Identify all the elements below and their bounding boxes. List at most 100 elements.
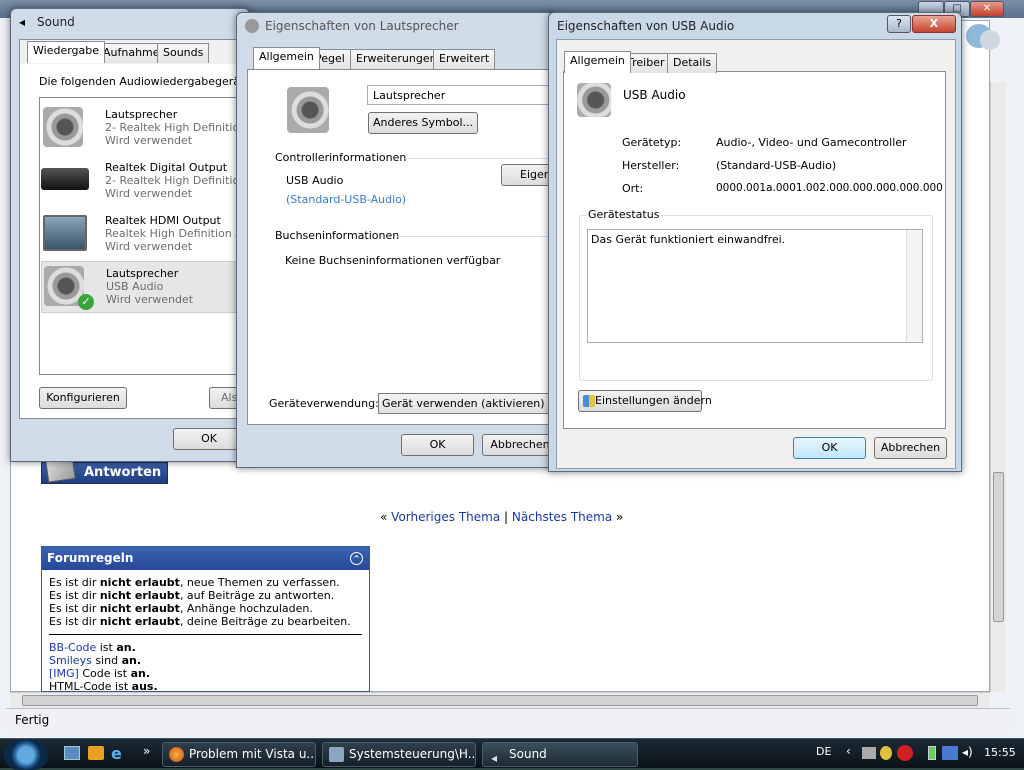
display-icon[interactable] <box>942 746 958 760</box>
nav-separator: | <box>504 510 509 524</box>
speaker-icon <box>577 83 611 117</box>
configure-button[interactable]: Konfigurieren <box>39 387 127 409</box>
tab-allgemein[interactable]: Allgemein <box>253 47 320 69</box>
divider <box>405 158 557 159</box>
window-title: Eigenschaften von USB Audio <box>557 19 735 33</box>
task-control-panel[interactable]: Systemsteuerung\H... <box>322 742 476 767</box>
window-title: Eigenschaften von Lautsprecher <box>265 19 459 33</box>
sound-window: ◂ Sound Wiedergabe Aufnahme Sounds Die f… <box>10 8 251 462</box>
smileys-link[interactable]: Smileys <box>49 654 92 667</box>
default-check-icon: ✓ <box>78 294 94 310</box>
topic-navigation: « Vorheriges Thema | Nächstes Thema » <box>380 510 623 524</box>
controller-link[interactable]: (Standard-USB-Audio) <box>286 193 406 206</box>
speaker-small-icon: ◂ <box>19 15 26 29</box>
device-status-text: Das Gerät funktioniert einwandfrei. <box>591 233 786 246</box>
device-item[interactable]: Realtek Digital Output 2- Realtek High D… <box>41 158 251 208</box>
language-indicator[interactable]: DE <box>816 745 831 758</box>
tab-allgemein[interactable]: Allgemein <box>564 51 631 73</box>
device-desc: 2- Realtek High Definition <box>105 174 247 187</box>
tab-aufnahme[interactable]: Aufnahme <box>97 43 166 63</box>
device-item-selected[interactable]: ✓ Lautsprecher USB Audio Wird verwendet <box>41 261 251 313</box>
task-firefox[interactable]: Problem mit Vista u... <box>162 742 316 767</box>
scrollbar-thumb[interactable] <box>22 695 978 706</box>
device-item[interactable]: Lautsprecher 2- Realtek High Definition … <box>41 105 251 155</box>
antivirus-icon[interactable] <box>897 745 913 761</box>
device-name-value: Lautsprecher <box>373 89 446 102</box>
change-settings-button[interactable]: Einstellungen ändern <box>578 390 712 412</box>
bbcode-link[interactable]: BB-Code <box>49 641 96 654</box>
tab-sounds[interactable]: Sounds <box>157 43 210 63</box>
controller-section-title: Controllerinformationen <box>275 151 407 164</box>
key-icon[interactable] <box>880 746 892 760</box>
tab-erweitert[interactable]: Erweitert <box>433 49 496 69</box>
location-label: Ort: <box>622 182 644 195</box>
show-desktop-icon[interactable] <box>64 746 80 760</box>
forum-rules-header: Forumregeln ^ <box>42 547 369 570</box>
device-status-textbox[interactable]: Das Gerät funktioniert einwandfrei. <box>587 229 923 343</box>
monitor-icon <box>43 215 87 251</box>
usage-label: Geräteverwendung: <box>269 397 379 410</box>
show-hidden-icons[interactable]: ‹ <box>846 744 851 758</box>
task-label: Problem mit Vista u... <box>189 747 316 761</box>
vendor-value: (Standard-USB-Audio) <box>716 159 837 172</box>
device-name: Realtek HDMI Output <box>105 214 221 227</box>
close-button[interactable]: X <box>912 15 956 33</box>
rule-line: Es ist dir nicht erlaubt, Anhänge hochzu… <box>49 602 313 615</box>
uac-shield-icon <box>583 395 595 407</box>
battery-icon[interactable] <box>928 746 936 760</box>
vertical-scrollbar[interactable] <box>990 82 1006 692</box>
device-name-input[interactable]: Lautsprecher <box>367 85 557 105</box>
cancel-button[interactable]: Abbrechen <box>482 434 557 456</box>
ie-icon[interactable]: e <box>111 744 122 763</box>
forum-rules-box: Forumregeln ^ Es ist dir nicht erlaubt, … <box>41 546 370 692</box>
task-label: Systemsteuerung\H... <box>349 747 476 761</box>
close-button[interactable]: ✕ <box>970 1 1004 17</box>
horizontal-scrollbar[interactable] <box>10 692 990 708</box>
task-sound[interactable]: ◂ Sound <box>482 742 638 767</box>
digital-output-icon <box>41 168 89 190</box>
ok-button[interactable]: OK <box>793 437 866 459</box>
tab-wiedergabe[interactable]: Wiedergabe <box>27 41 106 63</box>
quicklaunch-more[interactable]: » <box>143 744 150 758</box>
device-desc: Realtek High Definition A <box>105 227 243 240</box>
code-line: BB-Code ist an. <box>49 641 136 654</box>
controller-name: USB Audio <box>286 174 344 187</box>
volume-icon[interactable]: ◂) <box>962 745 973 759</box>
ok-button[interactable]: OK <box>401 434 474 456</box>
change-icon-button[interactable]: Anderes Symbol... <box>368 112 478 134</box>
img-code-link[interactable]: [IMG] <box>49 667 79 680</box>
speaker-small-icon <box>245 19 259 33</box>
rule-line: Es ist dir nicht erlaubt, neue Themen zu… <box>49 576 340 589</box>
rule-line: Es ist dir nicht erlaubt, auf Beiträge z… <box>49 589 335 602</box>
collapse-icon[interactable]: ^ <box>350 552 363 565</box>
reply-button[interactable]: Antworten <box>41 449 168 484</box>
tab-details[interactable]: Details <box>667 53 718 73</box>
help-button[interactable]: ? <box>887 15 911 33</box>
ok-button[interactable]: OK <box>173 428 245 450</box>
start-button[interactable] <box>4 740 48 770</box>
cancel-button[interactable]: Abbrechen <box>874 437 947 459</box>
taskbar: e » Problem mit Vista u... Systemsteueru… <box>0 738 1024 770</box>
prev-topic-link[interactable]: Vorheriges Thema <box>391 510 500 524</box>
settings-gear-icon[interactable] <box>980 30 1000 50</box>
usb-audio-properties-window: Eigenschaften von USB Audio ? X Allgemei… <box>548 12 962 472</box>
device-name: USB Audio <box>623 88 686 102</box>
device-item[interactable]: Realtek HDMI Output Realtek High Definit… <box>41 211 251 261</box>
usage-dropdown[interactable]: Gerät verwenden (aktivieren) <box>378 393 557 414</box>
jack-info: Keine Buchseninformationen verfügbar <box>285 254 501 267</box>
network-icon[interactable] <box>862 747 876 759</box>
forum-rules-title: Forumregeln <box>47 551 134 565</box>
speaker-icon <box>43 107 83 147</box>
reply-label: Antworten <box>84 465 162 480</box>
type-value: Audio-, Video- und Gamecontroller <box>716 136 907 149</box>
speaker-icon: ◂ <box>491 751 498 765</box>
textbox-scrollbar[interactable] <box>906 230 922 342</box>
tab-erweiterungen[interactable]: Erweiterungen <box>350 49 443 69</box>
task-label: Sound <box>509 747 547 761</box>
clock[interactable]: 15:55 <box>984 746 1016 759</box>
scrollbar-thumb[interactable] <box>993 472 1004 622</box>
device-status-title: Gerätestatus <box>586 208 662 221</box>
media-player-icon[interactable] <box>88 746 104 760</box>
device-desc: USB Audio <box>106 280 164 293</box>
next-topic-link[interactable]: Nächstes Thema <box>512 510 612 524</box>
